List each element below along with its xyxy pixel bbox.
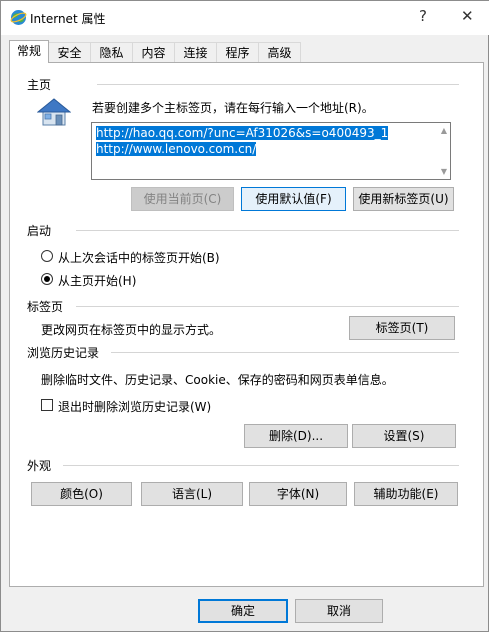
help-button[interactable]: ? [419, 7, 427, 25]
startup-home-label: 从主页开始(H) [58, 274, 137, 288]
scroll-down-icon[interactable]: ▼ [441, 167, 447, 176]
tab-general[interactable]: 常规 [9, 40, 49, 63]
history-separator [111, 352, 459, 353]
startup-last-session-label: 从上次会话中的标签页开始(B) [58, 251, 220, 265]
house-icon [37, 98, 71, 126]
tabs-settings-button[interactable]: 标签页(T) [349, 316, 455, 340]
tab-content[interactable]: 内容 [132, 42, 175, 62]
title-bar: Internet 属性 ? ✕ [1, 1, 490, 35]
appearance-group-label: 外观 [27, 459, 52, 473]
tab-programs[interactable]: 程序 [216, 42, 259, 62]
internet-options-dialog: Internet 属性 ? ✕ 常规 安全 隐私 内容 连接 程序 高级 主页 … [0, 0, 490, 632]
tab-advanced[interactable]: 高级 [258, 42, 301, 62]
home-url-1: http://hao.qq.com/?unc=Af31026&s=o400493… [96, 126, 389, 140]
delete-on-exit-label: 退出时删除浏览历史记录(W) [58, 400, 212, 414]
close-button[interactable]: ✕ [461, 7, 474, 25]
scroll-up-icon[interactable]: ▲ [441, 126, 447, 135]
home-instruction: 若要创建多个主标签页，请在每行输入一个地址(R)。 [92, 101, 374, 115]
ok-button[interactable]: 确定 [198, 599, 288, 623]
history-description: 删除临时文件、历史记录、Cookie、保存的密码和网页表单信息。 [41, 373, 394, 387]
home-page-urls-input[interactable]: http://hao.qq.com/?unc=Af31026&s=o400493… [91, 122, 451, 180]
colors-button[interactable]: 颜色(O) [31, 482, 132, 506]
tab-privacy[interactable]: 隐私 [90, 42, 133, 62]
history-settings-button[interactable]: 设置(S) [352, 424, 456, 448]
internet-globe-icon [10, 10, 27, 25]
startup-home-radio[interactable] [41, 273, 53, 285]
tab-strip: 常规 安全 隐私 内容 连接 程序 高级 [9, 40, 483, 63]
startup-last-session-radio[interactable] [41, 250, 53, 262]
accessibility-button[interactable]: 辅助功能(E) [354, 482, 458, 506]
tabs-group-label: 标签页 [27, 300, 64, 314]
startup-group-label: 启动 [27, 224, 52, 238]
home-url-2: http://www.lenovo.com.cn/ [96, 142, 257, 156]
home-separator [97, 84, 459, 85]
tabs-description: 更改网页在标签页中的显示方式。 [41, 323, 222, 337]
window-title: Internet 属性 [30, 12, 106, 26]
startup-separator [76, 230, 459, 231]
history-group-label: 浏览历史记录 [27, 346, 100, 360]
home-group-label: 主页 [27, 78, 52, 92]
tab-connections[interactable]: 连接 [174, 42, 217, 62]
use-current-button[interactable]: 使用当前页(C) [131, 187, 234, 211]
cancel-button[interactable]: 取消 [295, 599, 383, 623]
fonts-button[interactable]: 字体(N) [249, 482, 347, 506]
use-default-button[interactable]: 使用默认值(F) [241, 187, 346, 211]
use-new-tab-button[interactable]: 使用新标签页(U) [353, 187, 454, 211]
tab-security[interactable]: 安全 [48, 42, 91, 62]
delete-history-button[interactable]: 删除(D)... [244, 424, 348, 448]
tabs-separator [76, 306, 459, 307]
delete-on-exit-checkbox[interactable] [41, 399, 53, 411]
appearance-separator [63, 465, 459, 466]
languages-button[interactable]: 语言(L) [141, 482, 243, 506]
